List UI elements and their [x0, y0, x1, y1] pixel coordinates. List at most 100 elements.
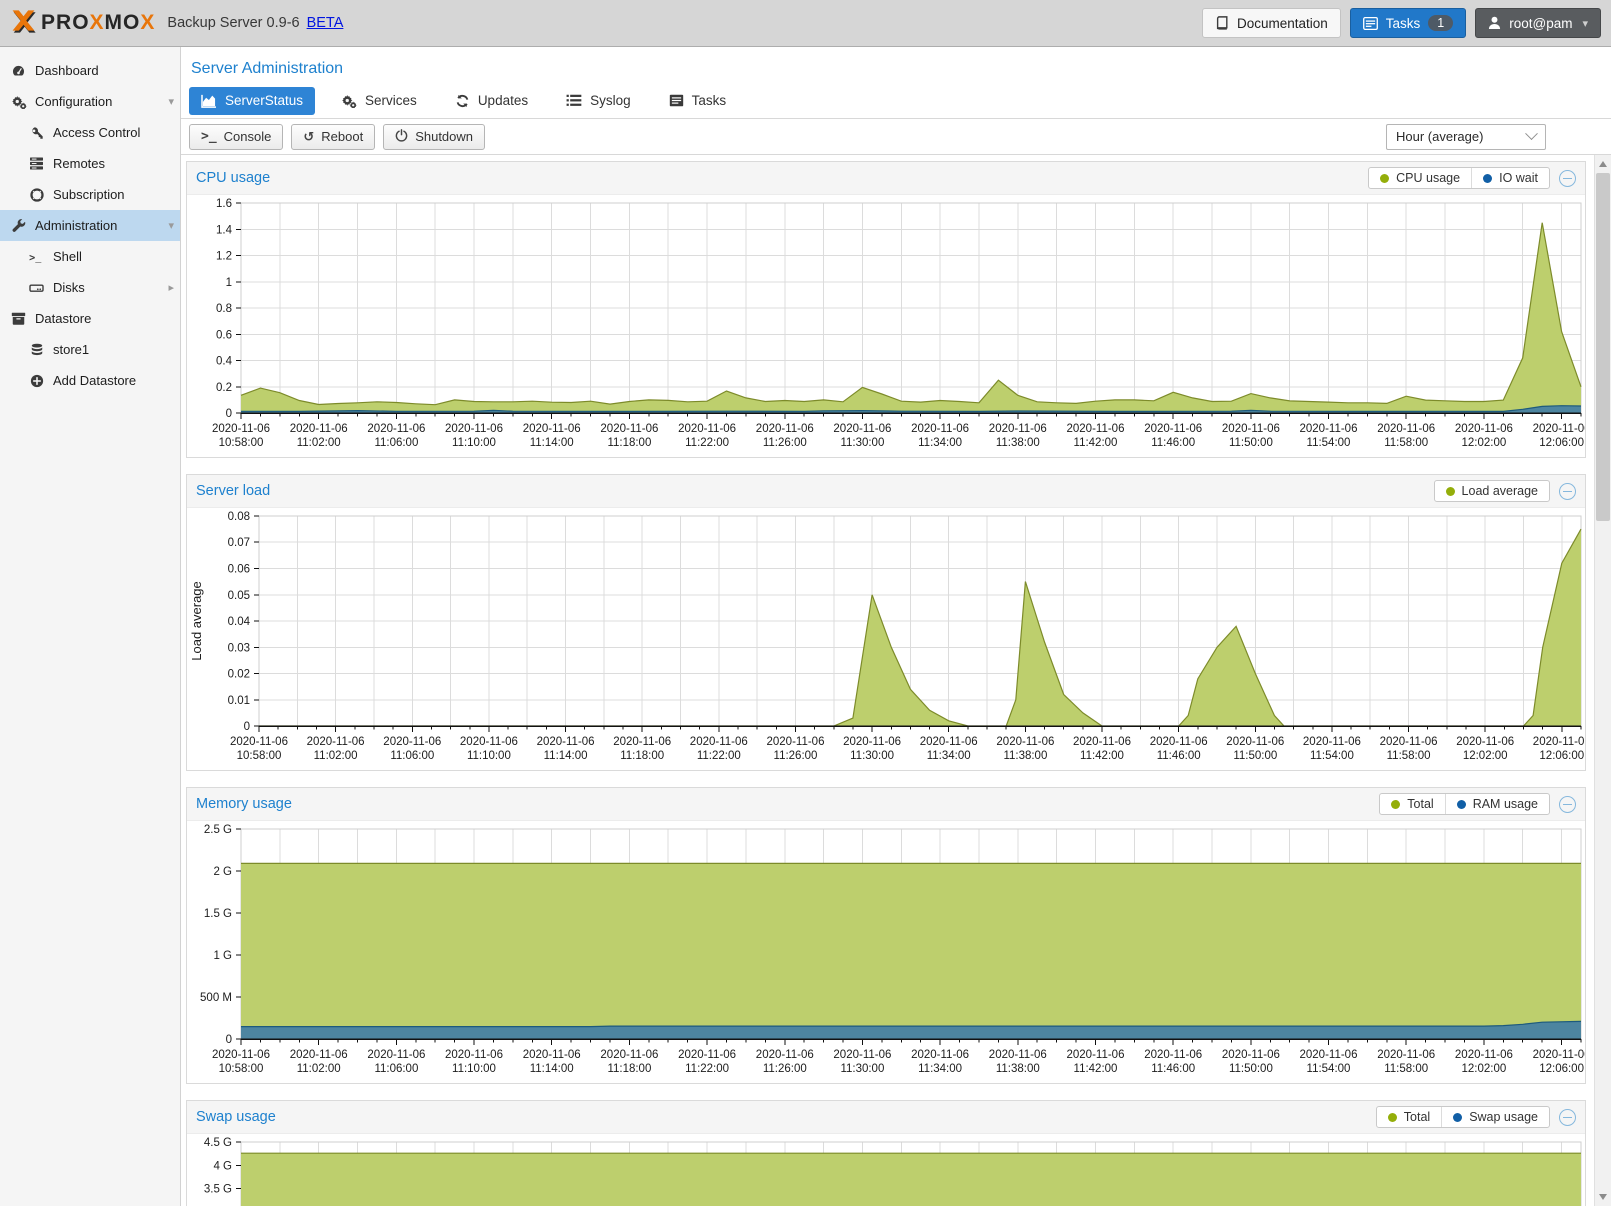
svg-text:2020-11-06: 2020-11-06 — [1303, 736, 1361, 748]
legend-item-load-average[interactable]: Load average — [1435, 481, 1549, 501]
time-range-select[interactable]: Hour (average) — [1386, 124, 1546, 150]
svg-text:11:58:00: 11:58:00 — [1384, 437, 1428, 449]
sidebar-item-subscription[interactable]: Subscription — [0, 179, 180, 210]
svg-text:0.04: 0.04 — [228, 616, 251, 628]
scroll-up-button[interactable] — [1595, 156, 1611, 172]
triangle-down-icon — [1599, 1194, 1607, 1200]
gauge-icon — [10, 63, 27, 78]
svg-text:2020-11-06: 2020-11-06 — [1150, 736, 1208, 748]
svg-text:11:46:00: 11:46:00 — [1157, 750, 1201, 762]
svg-text:11:58:00: 11:58:00 — [1384, 1063, 1428, 1075]
page-title: Server Administration — [191, 60, 343, 77]
collapse-panel-icon[interactable] — [1559, 483, 1576, 500]
panel-title: Server load — [196, 483, 270, 499]
chart-cpu-usage: 00.20.40.60.811.21.41.62020-11-0610:58:0… — [187, 195, 1585, 457]
svg-text:2020-11-06: 2020-11-06 — [613, 736, 671, 748]
svg-text:Load average: Load average — [189, 581, 204, 661]
svg-text:11:06:00: 11:06:00 — [390, 750, 434, 762]
chevron-right-icon[interactable]: ▸ — [168, 281, 174, 294]
svg-text:2020-11-06: 2020-11-06 — [1456, 736, 1514, 748]
wrench-icon — [10, 218, 27, 233]
chevron-down-icon[interactable]: ▾ — [168, 219, 174, 232]
svg-text:2020-11-06: 2020-11-06 — [460, 736, 518, 748]
console-button[interactable]: >_ Console — [189, 124, 283, 150]
svg-text:11:54:00: 11:54:00 — [1307, 1063, 1351, 1075]
panel-header: Server load Load average — [187, 475, 1585, 508]
tab-label: Syslog — [590, 93, 631, 108]
svg-text:11:50:00: 11:50:00 — [1229, 1063, 1273, 1075]
legend-item-total[interactable]: Total — [1380, 794, 1444, 814]
svg-text:2020-11-06: 2020-11-06 — [1533, 1049, 1585, 1061]
tab-services[interactable]: Services — [329, 87, 429, 115]
tab-updates[interactable]: Updates — [443, 87, 540, 115]
tab-serverstatus[interactable]: ServerStatus — [189, 87, 315, 115]
svg-text:2020-11-06: 2020-11-06 — [307, 736, 365, 748]
svg-text:0.02: 0.02 — [228, 669, 250, 681]
svg-text:2020-11-06: 2020-11-06 — [1300, 1049, 1358, 1061]
svg-text:2020-11-06: 2020-11-06 — [230, 736, 288, 748]
svg-text:2020-11-06: 2020-11-06 — [445, 1049, 503, 1061]
collapse-panel-icon[interactable] — [1559, 170, 1576, 187]
tab-tasks[interactable]: Tasks — [657, 87, 739, 115]
tab-label: Services — [365, 93, 417, 108]
legend-item-total[interactable]: Total — [1377, 1107, 1441, 1127]
svg-text:10:58:00: 10:58:00 — [237, 750, 282, 762]
task-list-icon — [1363, 17, 1378, 30]
gears-icon — [10, 94, 27, 109]
plus-circle-icon — [28, 373, 45, 388]
sidebar-item-store1[interactable]: store1 — [0, 334, 180, 365]
documentation-button[interactable]: Documentation — [1202, 8, 1341, 38]
svg-text:10:58:00: 10:58:00 — [219, 437, 264, 449]
svg-text:11:34:00: 11:34:00 — [927, 750, 971, 762]
tasks-button[interactable]: Tasks 1 — [1350, 8, 1466, 38]
key-icon — [28, 125, 45, 140]
sidebar-item-label: Configuration — [35, 94, 112, 109]
collapse-panel-icon[interactable] — [1559, 1109, 1576, 1126]
scrollbar-thumb[interactable] — [1596, 173, 1610, 521]
tab-syslog[interactable]: Syslog — [554, 87, 643, 115]
legend-item-ram-usage[interactable]: RAM usage — [1445, 794, 1549, 814]
sidebar-item-disks[interactable]: Disks▸ — [0, 272, 180, 303]
legend-label: CPU usage — [1396, 171, 1460, 185]
collapse-panel-icon[interactable] — [1559, 796, 1576, 813]
scroll-down-button[interactable] — [1595, 1189, 1611, 1205]
sidebar-item-datastore[interactable]: Datastore — [0, 303, 180, 334]
svg-text:2020-11-06: 2020-11-06 — [1377, 1049, 1435, 1061]
svg-text:2020-11-06: 2020-11-06 — [290, 1049, 348, 1061]
svg-text:0: 0 — [244, 721, 250, 733]
top-header-bar: PROXMOX Backup Server 0.9-6 BETA Documen… — [0, 0, 1611, 47]
sidebar-item-dashboard[interactable]: Dashboard — [0, 55, 180, 86]
sidebar-item-add-datastore[interactable]: Add Datastore — [0, 365, 180, 396]
legend-item-cpu-usage[interactable]: CPU usage — [1369, 168, 1471, 188]
sidebar-item-remotes[interactable]: Remotes — [0, 148, 180, 179]
sidebar-item-access-control[interactable]: Access Control — [0, 117, 180, 148]
svg-text:2020-11-06: 2020-11-06 — [367, 423, 425, 435]
main-content: Server Administration ServerStatus Servic… — [181, 47, 1611, 1206]
legend-item-io-wait[interactable]: IO wait — [1471, 168, 1549, 188]
svg-text:1.6: 1.6 — [216, 198, 232, 210]
shutdown-button[interactable]: Shutdown — [383, 124, 485, 150]
svg-text:4.5 G: 4.5 G — [204, 1137, 232, 1149]
svg-text:1: 1 — [226, 277, 232, 289]
sidebar-item-shell[interactable]: >_Shell — [0, 241, 180, 272]
panel-server-load: Server loadLoad average00.010.020.030.04… — [186, 474, 1586, 771]
brand-letter: X — [90, 11, 105, 35]
vertical-scrollbar[interactable] — [1594, 155, 1611, 1206]
svg-text:1.5 G: 1.5 G — [204, 908, 232, 920]
chart-memory-usage: 0500 M1 G1.5 G2 G2.5 G2020-11-0610:58:00… — [187, 821, 1585, 1083]
reboot-button[interactable]: ↺ Reboot — [291, 124, 375, 150]
user-menu-button[interactable]: root@pam ▾ — [1475, 8, 1601, 38]
legend-label: Swap usage — [1469, 1110, 1538, 1124]
svg-text:2020-11-06: 2020-11-06 — [1226, 736, 1284, 748]
svg-text:2020-11-06: 2020-11-06 — [920, 736, 978, 748]
svg-text:2020-11-06: 2020-11-06 — [600, 423, 658, 435]
sidebar-item-label: Administration — [35, 218, 117, 233]
svg-text:0.2: 0.2 — [216, 382, 232, 394]
sidebar-item-administration[interactable]: Administration ▾ — [0, 210, 180, 241]
legend-item-swap-usage[interactable]: Swap usage — [1441, 1107, 1549, 1127]
sidebar-item-configuration[interactable]: Configuration ▾ — [0, 86, 180, 117]
terminal-icon: >_ — [201, 130, 217, 143]
svg-text:2020-11-06: 2020-11-06 — [996, 736, 1054, 748]
chevron-down-icon[interactable]: ▾ — [168, 95, 174, 108]
beta-link[interactable]: BETA — [307, 15, 344, 31]
